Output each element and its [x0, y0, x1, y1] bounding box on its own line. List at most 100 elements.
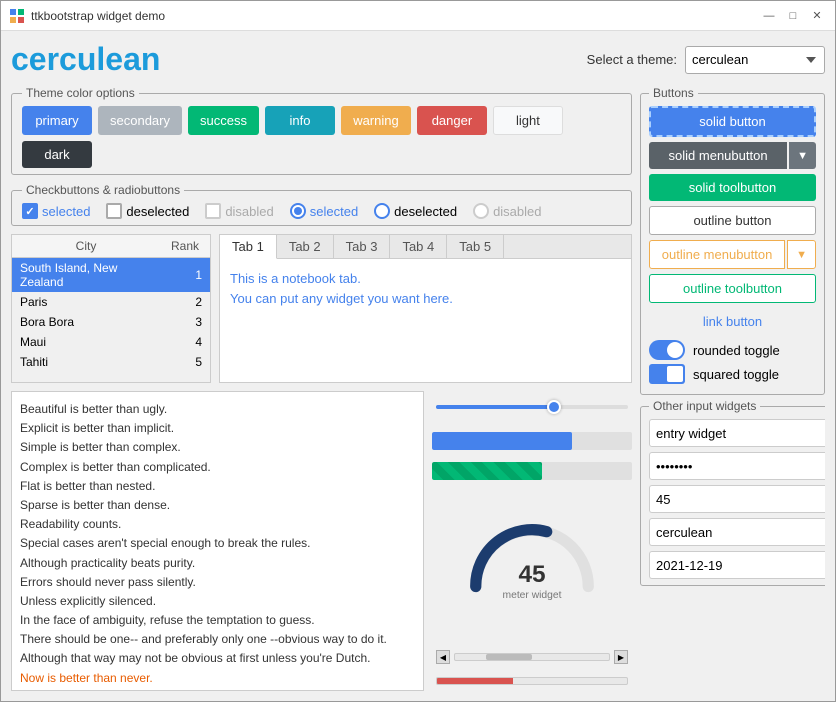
outline-menubutton[interactable]: outline menubutton — [649, 240, 785, 269]
btn-light[interactable]: light — [493, 106, 563, 135]
cell-rank: 5 — [152, 355, 202, 369]
radio-disabled-btn — [473, 203, 489, 219]
hscrollbar[interactable]: ◀ ▶ — [432, 649, 632, 665]
radio-deselected[interactable]: deselected — [374, 203, 457, 219]
text-line: Errors should never pass silently. — [20, 573, 415, 592]
app-title: cerculean — [11, 41, 160, 78]
scroll-right-btn[interactable]: ▶ — [614, 650, 628, 664]
toggle-knob — [667, 342, 683, 358]
radio-selected[interactable]: selected — [290, 203, 358, 219]
cell-city: Tahiti — [20, 355, 152, 369]
table-row[interactable]: Tahiti 5 — [12, 352, 210, 372]
outline-button[interactable]: outline button — [649, 206, 816, 235]
tab-3[interactable]: Tab 3 — [334, 235, 391, 258]
btn-dark[interactable]: dark — [22, 141, 92, 168]
tabs-bar: Tab 1 Tab 2 Tab 3 Tab 4 Tab 5 — [220, 235, 631, 259]
squared-toggle-row[interactable]: squared toggle — [649, 364, 816, 384]
cell-rank: 3 — [152, 315, 202, 329]
entry-widget[interactable] — [649, 419, 825, 447]
btn-info[interactable]: info — [265, 106, 335, 135]
text-line: In the face of ambiguity, refuse the tem… — [20, 611, 415, 630]
solid-toolbutton[interactable]: solid toolbutton — [649, 174, 816, 201]
notebook: Tab 1 Tab 2 Tab 3 Tab 4 Tab 5 This is a … — [219, 234, 632, 383]
checkbox-deselected[interactable] — [106, 203, 122, 219]
text-widget[interactable]: Beautiful is better than ugly. Explicit … — [11, 391, 424, 691]
window-controls: — □ ✕ — [759, 6, 827, 26]
datepicker-input[interactable] — [649, 551, 825, 579]
tab-1[interactable]: Tab 1 — [220, 235, 277, 259]
col-rank: Rank — [160, 235, 210, 257]
radio-disabled-label: disabled — [493, 204, 541, 219]
solid-menubutton[interactable]: solid menubutton — [649, 142, 787, 169]
col-city: City — [12, 235, 160, 257]
solid-menubutton-row: solid menubutton ▼ — [649, 142, 816, 169]
rounded-toggle-label: rounded toggle — [693, 343, 780, 358]
theme-select[interactable]: cerculean — [685, 46, 825, 74]
solid-toolbutton-row: solid toolbutton — [649, 174, 816, 201]
solid-button[interactable]: solid button — [649, 106, 816, 137]
theme-colors-legend: Theme color options — [22, 86, 139, 100]
titlebar: ttkbootstrap widget demo — □ ✕ — [1, 1, 835, 31]
text-line: Special cases aren't special enough to b… — [20, 534, 415, 553]
city-table: City Rank South Island, New Zealand 1 Pa… — [11, 234, 211, 383]
scale-bar[interactable] — [432, 671, 632, 691]
tab-4[interactable]: Tab 4 — [390, 235, 447, 258]
table-rows: South Island, New Zealand 1 Paris 2 Bora… — [12, 258, 210, 372]
right-panel: Buttons solid button solid menubutton ▼ … — [640, 86, 825, 691]
cell-city: Bora Bora — [20, 315, 152, 329]
squared-toggle[interactable] — [649, 364, 685, 384]
combobox-input[interactable] — [649, 518, 825, 546]
slider-container[interactable] — [432, 391, 632, 423]
header-row: cerculean Select a theme: cerculean — [11, 41, 825, 78]
btn-warning[interactable]: warning — [341, 106, 411, 135]
check-selected-label: selected — [42, 204, 90, 219]
link-button[interactable]: link button — [649, 308, 816, 335]
svg-text:meter widget: meter widget — [503, 590, 562, 601]
check-deselected[interactable]: deselected — [106, 203, 189, 219]
scroll-thumb[interactable] — [486, 654, 532, 660]
solid-button-row: solid button — [649, 106, 816, 137]
radio-deselected-label: deselected — [394, 204, 457, 219]
table-row[interactable]: Bora Bora 3 — [12, 312, 210, 332]
table-row[interactable]: Maui 4 — [12, 332, 210, 352]
tab-2[interactable]: Tab 2 — [277, 235, 334, 258]
main-window: ttkbootstrap widget demo — □ ✕ cerculean… — [0, 0, 836, 702]
radio-deselected-btn[interactable] — [374, 203, 390, 219]
other-inputs-section: Other input widgets ▲ ▼ ▼ — [640, 399, 825, 586]
tab-5[interactable]: Tab 5 — [447, 235, 504, 258]
combobox-row: ▼ — [649, 518, 825, 546]
outline-toolbutton[interactable]: outline toolbutton — [649, 274, 816, 303]
link-button-row: link button — [649, 308, 816, 335]
check-disabled-label: disabled — [225, 204, 273, 219]
password-widget[interactable] — [649, 452, 825, 480]
progress-bar-1 — [432, 432, 632, 450]
cell-city: South Island, New Zealand — [20, 261, 152, 289]
btn-danger[interactable]: danger — [417, 106, 487, 135]
scroll-left-btn[interactable]: ◀ — [436, 650, 450, 664]
checkbox-selected[interactable]: ✓ — [22, 203, 38, 219]
scroll-track[interactable] — [454, 653, 610, 661]
slider-thumb[interactable] — [547, 400, 561, 414]
rounded-toggle[interactable] — [649, 340, 685, 360]
radio-selected-btn[interactable] — [290, 203, 306, 219]
btn-secondary[interactable]: secondary — [98, 106, 182, 135]
close-button[interactable]: ✕ — [807, 6, 827, 26]
cell-rank: 2 — [152, 295, 202, 309]
solid-menubutton-arrow[interactable]: ▼ — [789, 142, 816, 169]
rounded-toggle-row[interactable]: rounded toggle — [649, 340, 816, 360]
outline-menubutton-arrow[interactable]: ▼ — [787, 240, 816, 269]
spinbox-input[interactable] — [649, 485, 825, 513]
text-line: Unless explicitly silenced. — [20, 592, 415, 611]
window-title: ttkbootstrap widget demo — [31, 9, 759, 23]
maximize-button[interactable]: □ — [783, 6, 803, 26]
btn-primary[interactable]: primary — [22, 106, 92, 135]
theme-colors-section: Theme color options primary secondary su… — [11, 86, 632, 175]
outline-toolbutton-row: outline toolbutton — [649, 274, 816, 303]
check-selected[interactable]: ✓ selected — [22, 203, 90, 219]
text-line: Beautiful is better than ugly. — [20, 400, 415, 419]
btn-success[interactable]: success — [188, 106, 259, 135]
minimize-button[interactable]: — — [759, 6, 779, 26]
table-row[interactable]: South Island, New Zealand 1 — [12, 258, 210, 292]
table-header: City Rank — [12, 235, 210, 258]
table-row[interactable]: Paris 2 — [12, 292, 210, 312]
